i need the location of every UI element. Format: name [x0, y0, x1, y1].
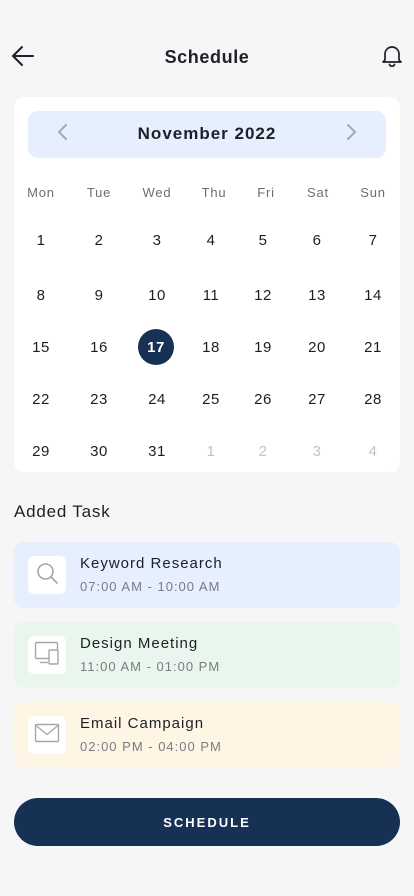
search-icon [35, 561, 59, 590]
task-title: Design Meeting [80, 635, 199, 652]
calendar-day[interactable]: 27 [299, 381, 335, 417]
task-item-email-campaign[interactable]: Email Campaign 02:00 PM - 04:00 PM [14, 702, 400, 768]
calendar-day[interactable]: 5 [245, 222, 281, 258]
calendar-day[interactable]: 3 [139, 222, 175, 258]
added-task-heading: Added Task [14, 502, 111, 521]
calendar-day[interactable]: 2 [81, 222, 117, 258]
calendar-day[interactable]: 13 [299, 277, 335, 313]
calendar-day[interactable]: 12 [245, 277, 281, 313]
weekday-sat: Sat [307, 185, 329, 200]
task-time: 11:00 AM - 01:00 PM [80, 659, 221, 674]
calendar-day[interactable]: 19 [245, 329, 281, 365]
task-time: 02:00 PM - 04:00 PM [80, 739, 222, 754]
weekday-wed: Wed [142, 185, 172, 200]
calendar-day[interactable]: 9 [81, 277, 117, 313]
calendar-day[interactable]: 23 [81, 381, 117, 417]
calendar-card: November 2022 Mon Tue Wed Thu Fri Sat Su… [14, 97, 400, 472]
weekday-thu: Thu [201, 185, 227, 200]
calendar-day[interactable]: 18 [193, 329, 229, 365]
calendar-day[interactable]: 11 [193, 277, 229, 313]
weekday-mon: Mon [27, 185, 55, 200]
task-time: 07:00 AM - 10:00 AM [80, 579, 221, 594]
calendar-day[interactable]: 30 [81, 433, 117, 469]
calendar-day[interactable]: 1 [23, 222, 59, 258]
calendar-day[interactable]: 24 [139, 381, 175, 417]
bell-icon [382, 44, 402, 72]
calendar-day[interactable]: 25 [193, 381, 229, 417]
task-item-design-meeting[interactable]: Design Meeting 11:00 AM - 01:00 PM [14, 622, 400, 688]
chevron-right-icon [346, 123, 358, 146]
calendar-day-next-month[interactable]: 4 [355, 433, 391, 469]
calendar-day[interactable]: 14 [355, 277, 391, 313]
month-selector: November 2022 [28, 111, 386, 158]
weekday-fri: Fri [257, 185, 275, 200]
calendar-day[interactable]: 10 [139, 277, 175, 313]
calendar-day[interactable]: 4 [193, 222, 229, 258]
calendar-day-selected[interactable]: 17 [138, 329, 174, 365]
task-icon-container [28, 716, 66, 754]
notification-button[interactable] [381, 45, 403, 70]
month-label: November 2022 [137, 124, 277, 143]
calendar-day[interactable]: 21 [355, 329, 391, 365]
weekday-sun: Sun [360, 185, 386, 200]
calendar-day[interactable]: 16 [81, 329, 117, 365]
calendar-day-next-month[interactable]: 1 [193, 433, 229, 469]
task-title: Keyword Research [80, 555, 223, 572]
calendar-day[interactable]: 22 [23, 381, 59, 417]
calendar-day[interactable]: 6 [299, 222, 335, 258]
next-month-button[interactable] [342, 123, 362, 146]
task-item-keyword-research[interactable]: Keyword Research 07:00 AM - 10:00 AM [14, 542, 400, 608]
calendar-day[interactable]: 28 [355, 381, 391, 417]
weekday-tue: Tue [86, 185, 112, 200]
page-title: Schedule [164, 47, 250, 67]
calendar-day[interactable]: 20 [299, 329, 335, 365]
calendar-day[interactable]: 26 [245, 381, 281, 417]
devices-icon [34, 640, 60, 671]
calendar-day-next-month[interactable]: 2 [245, 433, 281, 469]
calendar-day[interactable]: 8 [23, 277, 59, 313]
schedule-button[interactable]: SCHEDULE [14, 798, 400, 846]
calendar-day[interactable]: 7 [355, 222, 391, 258]
calendar-day[interactable]: 31 [139, 433, 175, 469]
calendar-day[interactable]: 29 [23, 433, 59, 469]
weekday-header-row: Mon Tue Wed Thu Fri Sat Sun [14, 185, 400, 205]
calendar-day[interactable]: 15 [23, 329, 59, 365]
task-title: Email Campaign [80, 715, 205, 732]
calendar-day-next-month[interactable]: 3 [299, 433, 335, 469]
task-icon-container [28, 636, 66, 674]
mail-icon [34, 723, 60, 748]
task-icon-container [28, 556, 66, 594]
